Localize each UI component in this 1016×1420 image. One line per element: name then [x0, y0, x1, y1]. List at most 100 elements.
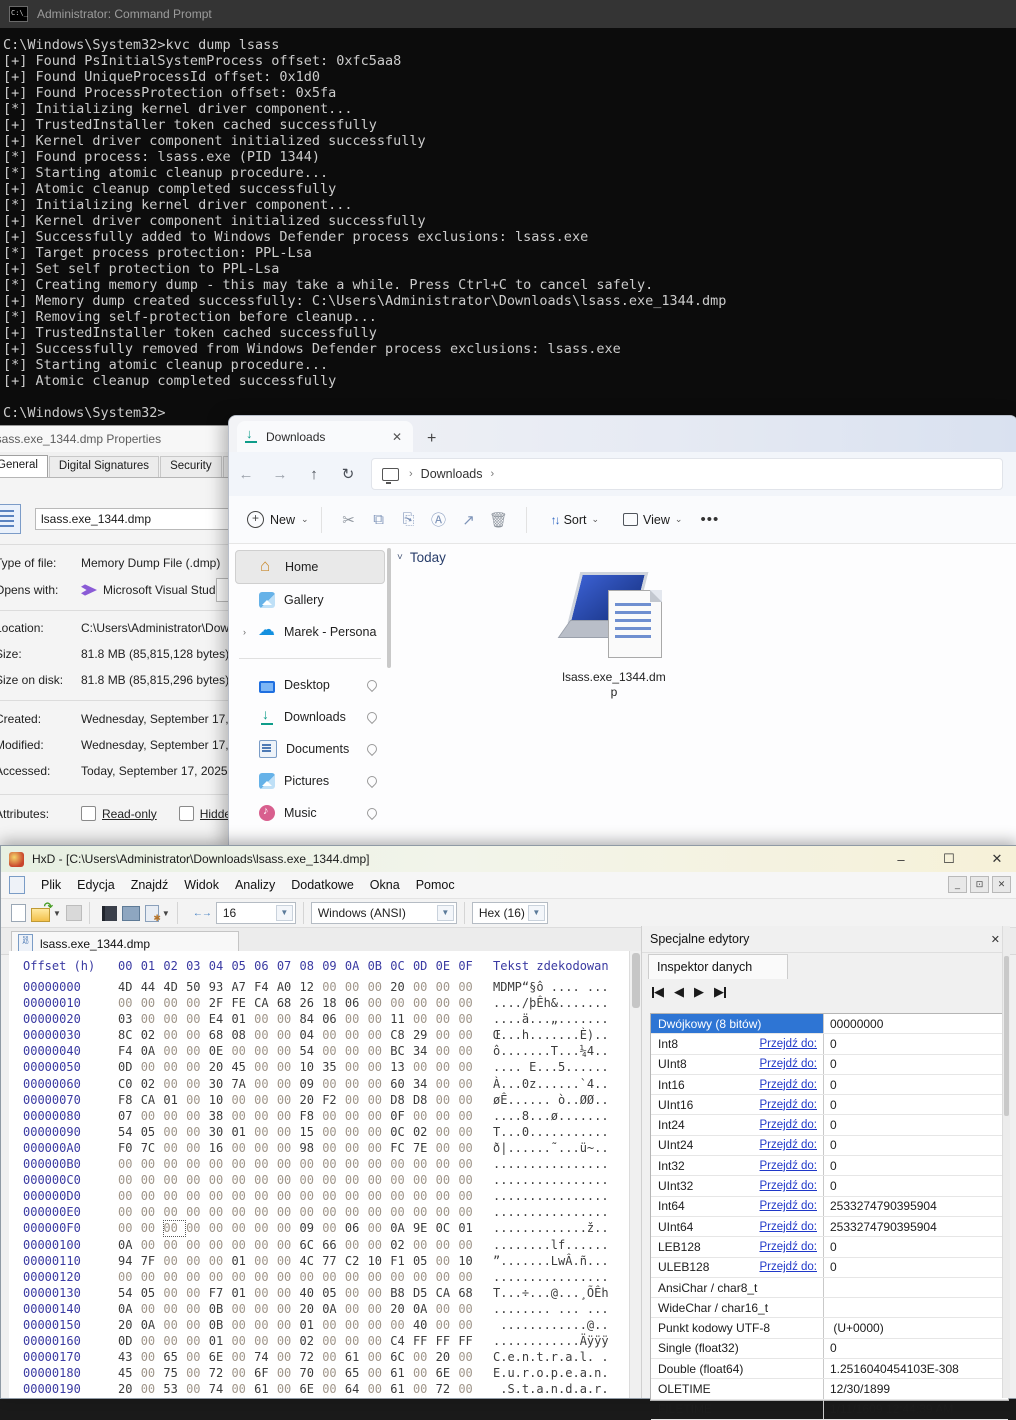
sidebar-item-gallery[interactable]: Gallery: [235, 584, 385, 616]
hex-byte[interactable]: 00: [186, 1011, 209, 1027]
hex-byte[interactable]: 61: [390, 1365, 413, 1381]
hex-byte[interactable]: A7: [231, 979, 254, 995]
inspector-value[interactable]: 0: [823, 1136, 1008, 1155]
hex-byte[interactable]: 43: [118, 1349, 141, 1365]
hex-byte[interactable]: 00: [300, 1188, 323, 1204]
hex-byte[interactable]: 00: [390, 1156, 413, 1172]
hex-byte[interactable]: 20: [300, 1301, 323, 1317]
inspector-row-uint16[interactable]: UInt16Przejdź do:0: [651, 1095, 1008, 1115]
hex-byte[interactable]: 00: [413, 1204, 436, 1220]
hex-byte[interactable]: 00: [413, 1108, 436, 1124]
hex-byte[interactable]: 45: [118, 1365, 141, 1381]
hex-byte[interactable]: 00: [368, 1140, 391, 1156]
hex-byte[interactable]: 01: [300, 1317, 323, 1333]
hex-byte[interactable]: 74: [209, 1381, 232, 1397]
hex-byte[interactable]: 70: [300, 1365, 323, 1381]
hex-byte[interactable]: 68: [458, 1285, 481, 1301]
address-bar[interactable]: › Downloads ›: [371, 458, 1003, 490]
hex-byte[interactable]: 00: [345, 1140, 368, 1156]
hex-byte[interactable]: 00: [163, 1220, 186, 1236]
inspector-row-uint8[interactable]: UInt8Przejdź do:0: [651, 1055, 1008, 1075]
hex-byte[interactable]: CA: [141, 1092, 164, 1108]
hex-byte[interactable]: F2: [322, 1092, 345, 1108]
hex-byte[interactable]: 00: [277, 1365, 300, 1381]
hex-byte[interactable]: 00: [277, 1285, 300, 1301]
rename-button[interactable]: Ⓐ: [424, 509, 454, 530]
hex-byte[interactable]: 00: [277, 1381, 300, 1397]
hex-byte[interactable]: 00: [186, 1381, 209, 1397]
hex-byte[interactable]: 00: [368, 979, 391, 995]
hex-byte[interactable]: 00: [413, 1269, 436, 1285]
hex-byte[interactable]: 00: [231, 1349, 254, 1365]
goto-link[interactable]: Przejdź do:: [759, 1180, 823, 1192]
inspector-value[interactable]: 0: [823, 1176, 1008, 1195]
hex-byte[interactable]: 6E: [300, 1381, 323, 1397]
hex-byte[interactable]: 10: [368, 1253, 391, 1269]
menu-analizy[interactable]: Analizy: [227, 878, 283, 892]
hex-byte[interactable]: B8: [390, 1285, 413, 1301]
hex-byte[interactable]: 00: [345, 1237, 368, 1253]
hex-byte[interactable]: 00: [436, 1011, 459, 1027]
hex-byte[interactable]: 00: [390, 1317, 413, 1333]
data-inspector-tab[interactable]: Inspektor danych: [648, 954, 788, 979]
hex-byte[interactable]: 13: [390, 1059, 413, 1075]
hex-byte[interactable]: 00: [436, 1027, 459, 1043]
hex-byte[interactable]: 00: [186, 1204, 209, 1220]
hex-byte[interactable]: 00: [254, 1172, 277, 1188]
decoded-text[interactable]: ............@..: [493, 1317, 609, 1333]
hex-byte[interactable]: 00: [186, 1269, 209, 1285]
decoded-text[interactable]: ................: [493, 1188, 609, 1204]
hex-byte[interactable]: 00: [141, 1269, 164, 1285]
hex-byte[interactable]: 00: [368, 995, 391, 1011]
goto-link[interactable]: Przejdź do:: [759, 1079, 823, 1091]
hex-byte[interactable]: 00: [458, 1092, 481, 1108]
decoded-text[interactable]: ................: [493, 1269, 609, 1285]
inspector-value[interactable]: 2533274790395904: [823, 1197, 1008, 1216]
hex-byte[interactable]: 06: [322, 1011, 345, 1027]
hex-byte[interactable]: 34: [413, 1043, 436, 1059]
hex-byte[interactable]: 00: [368, 1172, 391, 1188]
hex-byte[interactable]: 00: [345, 1124, 368, 1140]
hex-byte[interactable]: 00: [322, 1188, 345, 1204]
hex-byte[interactable]: 00: [277, 1253, 300, 1269]
hex-byte[interactable]: 4D: [118, 979, 141, 995]
hex-byte[interactable]: 10: [458, 1253, 481, 1269]
hex-byte[interactable]: 00: [277, 1124, 300, 1140]
sidebar-item-home[interactable]: Home: [235, 550, 385, 584]
goto-link[interactable]: Przejdź do:: [759, 1261, 823, 1273]
hex-byte[interactable]: 00: [186, 1237, 209, 1253]
hex-byte[interactable]: 00: [458, 1188, 481, 1204]
hex-byte[interactable]: 00: [345, 979, 368, 995]
hex-byte[interactable]: 00: [118, 1204, 141, 1220]
hex-byte[interactable]: 00: [254, 1092, 277, 1108]
hex-byte[interactable]: 00: [345, 1269, 368, 1285]
hex-byte[interactable]: 4D: [163, 979, 186, 995]
hex-byte[interactable]: 40: [300, 1285, 323, 1301]
hex-byte[interactable]: 00: [368, 1204, 391, 1220]
hex-byte[interactable]: 00: [368, 1349, 391, 1365]
hex-byte[interactable]: 01: [231, 1253, 254, 1269]
hex-byte[interactable]: 00: [368, 1124, 391, 1140]
inspector-value[interactable]: 0: [823, 1237, 1008, 1256]
hex-byte[interactable]: 0D: [118, 1059, 141, 1075]
hex-byte[interactable]: 00: [322, 1108, 345, 1124]
hex-byte[interactable]: 00: [186, 995, 209, 1011]
hex-byte[interactable]: 00: [458, 995, 481, 1011]
hex-byte[interactable]: 00: [345, 1027, 368, 1043]
tools-dropdown-icon[interactable]: ▼: [162, 909, 170, 918]
explorer-tab-downloads[interactable]: Downloads ✕: [237, 421, 413, 452]
inspector-value[interactable]: 0: [823, 1034, 1008, 1053]
hex-byte[interactable]: 7E: [413, 1140, 436, 1156]
hex-byte[interactable]: 00: [458, 979, 481, 995]
hex-byte[interactable]: 00: [322, 1043, 345, 1059]
decoded-text[interactable]: øÊ...... ò..ØØ..: [493, 1092, 609, 1108]
up-button[interactable]: ↑: [297, 466, 331, 483]
hex-byte[interactable]: 00: [436, 1059, 459, 1075]
hex-byte[interactable]: 77: [322, 1253, 345, 1269]
tools-button[interactable]: [145, 905, 159, 922]
hex-byte[interactable]: 74: [254, 1349, 277, 1365]
hex-byte[interactable]: 00: [458, 1172, 481, 1188]
hex-byte[interactable]: 07: [118, 1108, 141, 1124]
hex-byte[interactable]: 00: [209, 1188, 232, 1204]
hex-byte[interactable]: 54: [118, 1124, 141, 1140]
